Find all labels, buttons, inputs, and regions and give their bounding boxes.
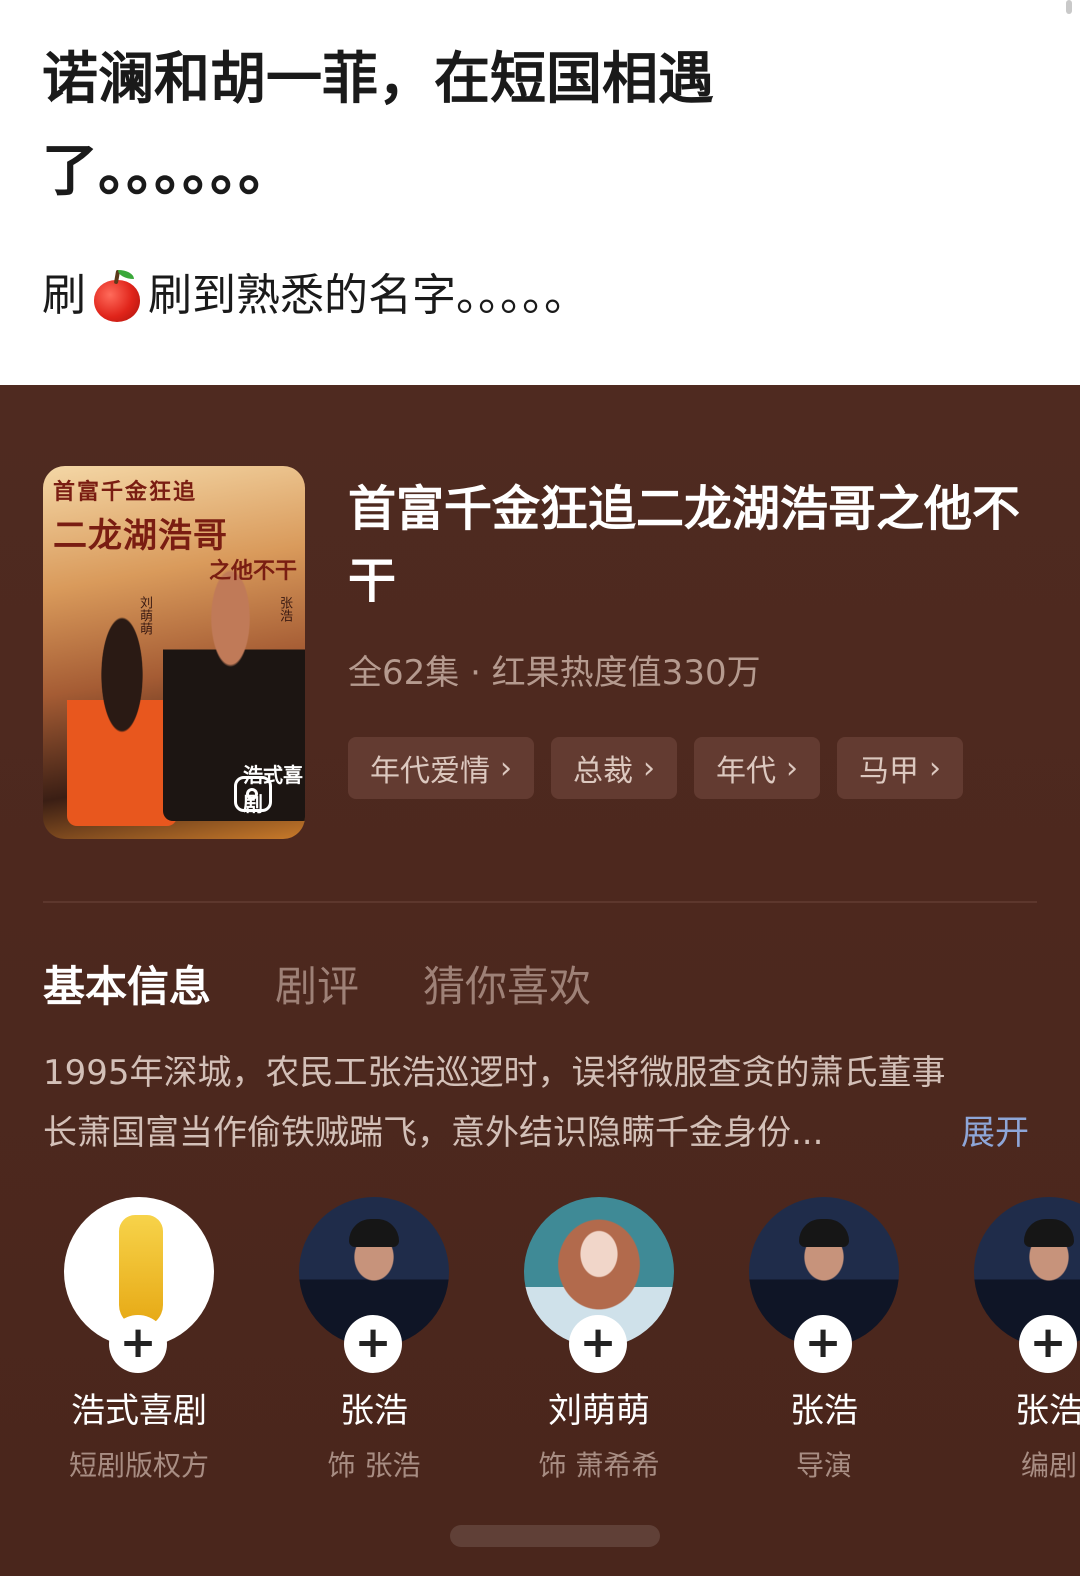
post-text-line: 刷 刷到熟悉的名字。。。。。: [42, 268, 588, 324]
follow-plus-icon[interactable]: +: [1019, 1315, 1077, 1373]
poster-cast-name: 张浩: [277, 596, 292, 622]
avatar[interactable]: +: [749, 1197, 899, 1373]
avatar[interactable]: +: [299, 1197, 449, 1373]
tag-chip[interactable]: 总裁 ›: [551, 737, 677, 799]
post-text-prefix: 刷: [42, 270, 86, 321]
drama-poster[interactable]: 首富千金狂追 二龙湖浩哥 之他不干 刘萌萌 张浩 浩式喜剧: [43, 466, 305, 839]
cast-name: 张浩: [340, 1391, 408, 1431]
tab-bar: 基本信息 剧评 猜你喜欢: [43, 953, 591, 1014]
follow-plus-icon[interactable]: +: [794, 1315, 852, 1373]
poster-title-line: 首富千金狂追: [53, 479, 198, 505]
post-text-line: 了。。。。。。: [42, 139, 294, 204]
scrollbar[interactable]: [1066, 0, 1072, 14]
drama-detail-card: 首富千金狂追 二龙湖浩哥 之他不干 刘萌萌 张浩 浩式喜剧 首富千金狂追二龙湖浩…: [0, 385, 1080, 1576]
tag-label: 年代: [716, 754, 776, 789]
drama-meta: 全62集 · 红果热度值330万: [348, 653, 761, 693]
tag-chip[interactable]: 马甲 ›: [837, 737, 963, 799]
poster-cast-name: 刘萌萌: [137, 596, 152, 635]
cast-name: 张浩: [1015, 1391, 1080, 1431]
tab-recommendations[interactable]: 猜你喜欢: [423, 953, 591, 1014]
synopsis-line: 长萧国富当作偷铁贼踹飞，意外结识隐瞒千金身份...: [43, 1113, 824, 1153]
cast-member[interactable]: + 刘萌萌 饰 萧希希: [499, 1197, 699, 1484]
cast-member[interactable]: + 张浩 饰 张浩: [274, 1197, 474, 1484]
poster-title-art: 首富千金狂追 二龙湖浩哥 之他不干: [53, 474, 297, 585]
image-search-icon[interactable]: [234, 776, 272, 812]
cast-role: 导演: [795, 1449, 852, 1482]
cast-name: 张浩: [790, 1391, 858, 1431]
poster-title-line: 之他不干: [208, 558, 297, 584]
synopsis: 1995年深城，农民工张浩巡逻时，误将微服查贪的萧氏董事 长萧国富当作偷铁贼踹飞…: [43, 1043, 1037, 1163]
cast-role: 编剧: [1020, 1449, 1077, 1482]
avatar[interactable]: +: [974, 1197, 1080, 1373]
post-text-suffix: 刷到熟悉的名字。。。。。: [148, 270, 588, 321]
expand-link[interactable]: 展开: [961, 1103, 1029, 1163]
tab-reviews[interactable]: 剧评: [275, 953, 359, 1014]
synopsis-line: 1995年深城，农民工张浩巡逻时，误将微服查贪的萧氏董事: [43, 1053, 946, 1093]
follow-plus-icon[interactable]: +: [109, 1315, 167, 1373]
post-text-line: 诺澜和胡一菲，在短国相遇: [42, 47, 714, 112]
follow-plus-icon[interactable]: +: [569, 1315, 627, 1373]
watermark: [450, 1525, 660, 1547]
cast-role: 短剧版权方: [68, 1449, 209, 1482]
cast-role: 饰 张浩: [327, 1449, 421, 1482]
divider: [43, 901, 1037, 903]
poster-figure-left: [67, 616, 177, 826]
chevron-right-icon: ›: [643, 750, 655, 786]
tag-label: 马甲: [859, 754, 919, 789]
tag-label: 总裁: [573, 754, 633, 789]
tab-basic-info[interactable]: 基本信息: [43, 953, 211, 1014]
post-text-area: 诺澜和胡一菲，在短国相遇 了。。。。。。 刷 刷到熟悉的名字。。。。。: [0, 0, 1080, 385]
chevron-right-icon: ›: [786, 750, 798, 786]
tag-list: 年代爱情 › 总裁 › 年代 › 马甲 ›: [348, 737, 963, 799]
cast-role: 饰 萧希希: [538, 1449, 660, 1482]
chevron-right-icon: ›: [500, 750, 512, 786]
cast-member[interactable]: + 浩式喜剧 短剧版权方: [39, 1197, 239, 1484]
follow-plus-icon[interactable]: +: [344, 1315, 402, 1373]
tag-chip[interactable]: 年代 ›: [694, 737, 820, 799]
poster-title-line: 二龙湖浩哥: [53, 516, 228, 556]
cast-member[interactable]: + 张浩 编剧: [949, 1197, 1080, 1484]
cast-name: 刘萌萌: [548, 1391, 650, 1431]
chevron-right-icon: ›: [929, 750, 941, 786]
cast-name: 浩式喜剧: [71, 1391, 207, 1431]
avatar[interactable]: +: [524, 1197, 674, 1373]
apple-icon: [92, 268, 142, 324]
cast-member[interactable]: + 张浩 导演: [724, 1197, 924, 1484]
tag-chip[interactable]: 年代爱情 ›: [348, 737, 534, 799]
tag-label: 年代爱情: [370, 754, 490, 789]
avatar[interactable]: +: [64, 1197, 214, 1373]
cast-list: + 浩式喜剧 短剧版权方 + 张浩 饰 张浩 + 刘萌萌 饰 萧希希 + 张浩 …: [0, 1197, 1080, 1517]
drama-title: 首富千金狂追二龙湖浩哥之他不干: [348, 481, 1021, 609]
